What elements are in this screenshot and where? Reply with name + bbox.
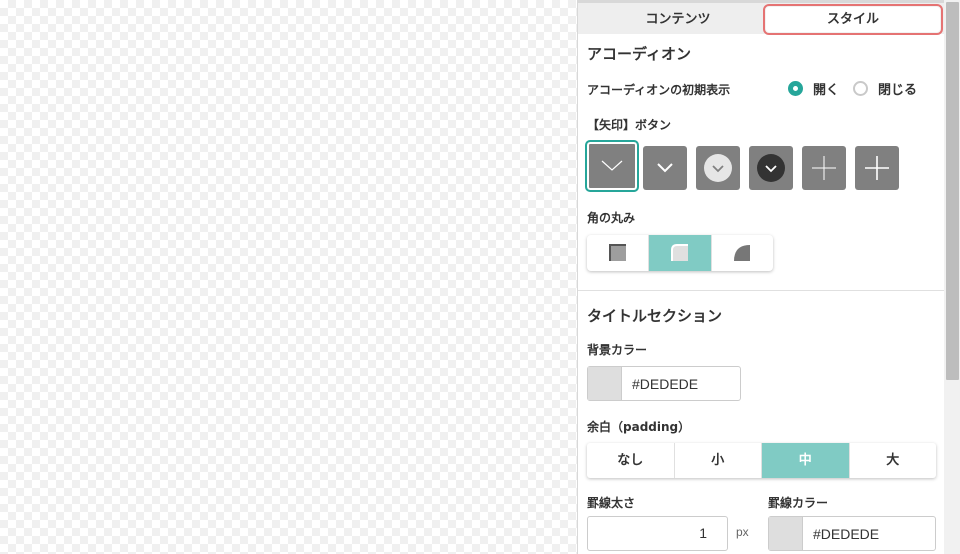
accordion-section-title: アコーディオン bbox=[587, 45, 691, 63]
chevron-down-icon bbox=[657, 163, 673, 173]
corner-radius-selector bbox=[587, 235, 773, 271]
radio-close[interactable]: 閉じる bbox=[853, 79, 917, 98]
preview-canvas bbox=[0, 0, 577, 554]
bg-color-swatch[interactable] bbox=[588, 367, 622, 400]
border-width-input[interactable]: 1 bbox=[587, 516, 728, 551]
border-width-unit: px bbox=[736, 525, 749, 539]
bg-color-value: #DEDEDE bbox=[632, 375, 699, 392]
plus-thin-icon bbox=[812, 156, 836, 180]
initial-display-radio-group: 開く 閉じる bbox=[788, 78, 931, 98]
section-divider bbox=[578, 290, 944, 291]
corner-square-option[interactable] bbox=[587, 235, 650, 271]
chevron-circle-dark-icon bbox=[757, 154, 785, 182]
corner-rounded-option[interactable] bbox=[649, 235, 712, 271]
chevron-down-thin-icon bbox=[601, 160, 623, 171]
initial-display-label: アコーディオンの初期表示 bbox=[587, 83, 731, 97]
bg-color-label: 背景カラー bbox=[587, 343, 648, 357]
padding-large-option[interactable]: 大 bbox=[850, 443, 937, 478]
radio-open[interactable]: 開く bbox=[788, 79, 839, 98]
padding-selector: なし 小 中 大 bbox=[587, 443, 936, 478]
title-section-heading: タイトルセクション bbox=[587, 307, 723, 325]
arrow-button-label: 【矢印】ボタン bbox=[587, 118, 672, 132]
tab-content[interactable]: コンテンツ bbox=[598, 7, 758, 33]
radio-checked-icon bbox=[788, 80, 803, 96]
corner-square-icon bbox=[608, 244, 626, 261]
corner-round-option[interactable] bbox=[712, 235, 773, 271]
panel-scrollbar[interactable] bbox=[944, 0, 960, 554]
arrow-style-circle-dark-button[interactable] bbox=[749, 146, 793, 190]
arrow-style-chevron-thin-button[interactable] bbox=[585, 140, 639, 192]
padding-medium-option[interactable]: 中 bbox=[762, 443, 850, 478]
radio-close-label: 閉じる bbox=[878, 82, 918, 98]
arrow-style-chevron-button[interactable] bbox=[643, 146, 687, 190]
tab-bar: コンテンツ スタイル bbox=[578, 0, 944, 35]
scrollbar-thumb[interactable] bbox=[946, 2, 959, 380]
arrow-style-circle-light-button[interactable] bbox=[696, 146, 740, 190]
chevron-circle-light-icon bbox=[704, 154, 732, 182]
corner-radius-label: 角の丸み bbox=[587, 211, 636, 225]
padding-none-option[interactable]: なし bbox=[587, 443, 675, 478]
padding-label: 余白（padding） bbox=[587, 420, 691, 434]
border-width-label: 罫線太さ bbox=[587, 496, 636, 510]
padding-small-option[interactable]: 小 bbox=[675, 443, 762, 478]
corner-rounded-icon bbox=[670, 244, 688, 261]
arrow-style-plus-button[interactable] bbox=[855, 146, 899, 190]
arrow-style-plus-thin-button[interactable] bbox=[802, 146, 846, 190]
tab-style[interactable]: スタイル bbox=[763, 4, 943, 35]
style-panel: コンテンツ スタイル アコーディオン アコーディオンの初期表示 開く 閉じる 【… bbox=[577, 0, 960, 554]
radio-open-label: 開く bbox=[813, 82, 840, 98]
radio-unchecked-icon bbox=[853, 80, 869, 96]
bg-color-field[interactable]: #DEDEDE bbox=[587, 366, 741, 401]
corner-round-icon bbox=[734, 245, 751, 261]
plus-icon bbox=[865, 156, 889, 180]
border-color-label: 罫線カラー bbox=[768, 496, 829, 510]
border-color-field[interactable]: #DEDEDE bbox=[768, 516, 936, 551]
border-color-value: #DEDEDE bbox=[813, 525, 880, 542]
border-color-swatch[interactable] bbox=[769, 517, 803, 550]
